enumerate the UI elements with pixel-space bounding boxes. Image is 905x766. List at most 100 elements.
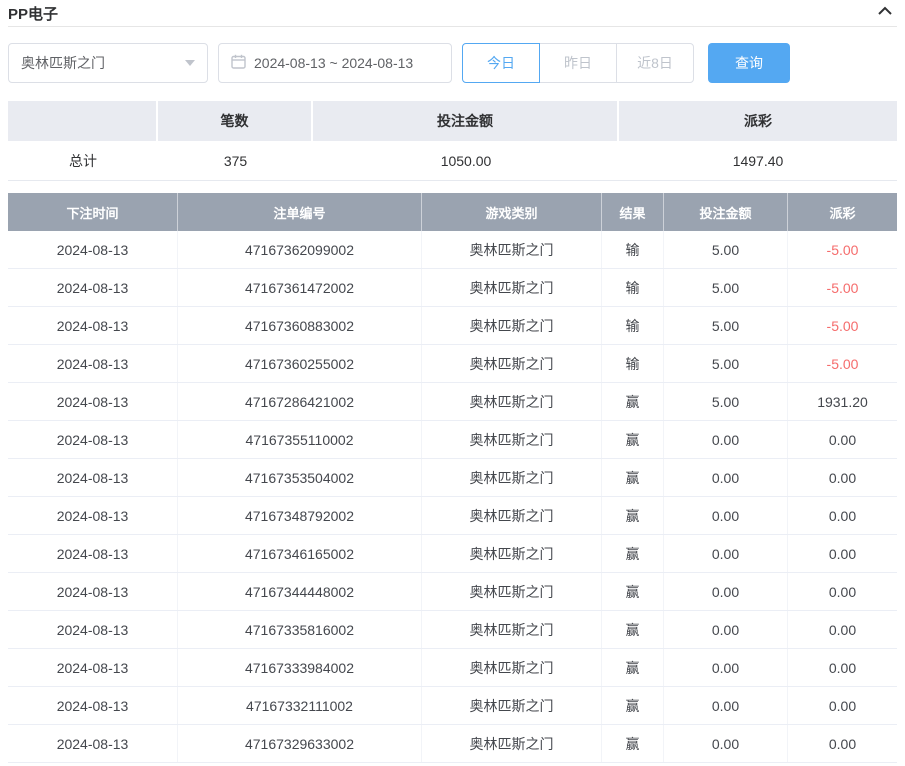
pp-panel: PP电子 奥林匹斯之门 2024-08-13 ~ 2024-08-13 [0, 0, 905, 766]
cell-order-id: 47167360883002 [178, 307, 422, 344]
cell-result: 输 [602, 307, 664, 344]
cell-payout: 1931.20 [788, 383, 897, 420]
cell-order-id: 47167344448002 [178, 573, 422, 610]
cell-order-id: 47167361472002 [178, 269, 422, 306]
cell-result: 赢 [602, 687, 664, 724]
cell-game-type: 奥林匹斯之门 [422, 497, 602, 534]
cell-game-type: 奥林匹斯之门 [422, 231, 602, 268]
yesterday-button[interactable]: 昨日 [539, 43, 617, 83]
filter-row: 奥林匹斯之门 2024-08-13 ~ 2024-08-13 今日 昨日 近8日… [8, 43, 897, 83]
table-row: 2024-08-13 47167362099002 奥林匹斯之门 输 5.00 … [8, 231, 897, 269]
panel-header: PP电子 [8, 0, 897, 27]
cell-game-type: 奥林匹斯之门 [422, 573, 602, 610]
date-range-picker[interactable]: 2024-08-13 ~ 2024-08-13 [218, 43, 452, 83]
header-game-type: 游戏类别 [422, 193, 602, 231]
today-button[interactable]: 今日 [462, 43, 540, 83]
header-result: 结果 [602, 193, 664, 231]
cell-result: 赢 [602, 649, 664, 686]
summary-header-count: 笔数 [158, 101, 313, 141]
cell-bet-time: 2024-08-13 [8, 725, 178, 762]
cell-payout: 0.00 [788, 611, 897, 648]
cell-bet-amount: 5.00 [664, 307, 788, 344]
cell-bet-time: 2024-08-13 [8, 307, 178, 344]
cell-bet-amount: 0.00 [664, 459, 788, 496]
cell-bet-time: 2024-08-13 [8, 421, 178, 458]
cell-bet-amount: 5.00 [664, 231, 788, 268]
cell-payout: -5.00 [788, 307, 897, 344]
cell-game-type: 奥林匹斯之门 [422, 307, 602, 344]
cell-order-id: 47167332111002 [178, 687, 422, 724]
summary-count-value: 375 [158, 141, 313, 180]
chevron-up-icon [877, 5, 893, 17]
cell-payout: 0.00 [788, 535, 897, 572]
cell-bet-time: 2024-08-13 [8, 345, 178, 382]
cell-bet-time: 2024-08-13 [8, 573, 178, 610]
cell-bet-amount: 5.00 [664, 269, 788, 306]
table-row: 2024-08-13 47167346165002 奥林匹斯之门 赢 0.00 … [8, 535, 897, 573]
cell-game-type: 奥林匹斯之门 [422, 269, 602, 306]
bet-records-table: 下注时间 注单编号 游戏类别 结果 投注金额 派彩 2024-08-13 471… [8, 193, 897, 763]
query-button[interactable]: 查询 [708, 43, 790, 83]
cell-game-type: 奥林匹斯之门 [422, 725, 602, 762]
table-row: 2024-08-13 47167360883002 奥林匹斯之门 输 5.00 … [8, 307, 897, 345]
cell-game-type: 奥林匹斯之门 [422, 421, 602, 458]
cell-order-id: 47167346165002 [178, 535, 422, 572]
table-row: 2024-08-13 47167332111002 奥林匹斯之门 赢 0.00 … [8, 687, 897, 725]
cell-bet-time: 2024-08-13 [8, 611, 178, 648]
cell-order-id: 47167329633002 [178, 725, 422, 762]
cell-result: 输 [602, 231, 664, 268]
cell-bet-time: 2024-08-13 [8, 687, 178, 724]
cell-game-type: 奥林匹斯之门 [422, 345, 602, 382]
date-range-value: 2024-08-13 ~ 2024-08-13 [254, 55, 413, 71]
cell-game-type: 奥林匹斯之门 [422, 383, 602, 420]
cell-payout: 0.00 [788, 725, 897, 762]
table-row: 2024-08-13 47167344448002 奥林匹斯之门 赢 0.00 … [8, 573, 897, 611]
summary-header-row: 笔数 投注金额 派彩 [8, 101, 897, 141]
cell-game-type: 奥林匹斯之门 [422, 687, 602, 724]
table-row: 2024-08-13 47167355110002 奥林匹斯之门 赢 0.00 … [8, 421, 897, 459]
summary-total-row: 总计 375 1050.00 1497.40 [8, 141, 897, 181]
quick-date-button-group: 今日 昨日 近8日 [462, 43, 694, 83]
header-payout: 派彩 [788, 193, 897, 231]
game-select[interactable]: 奥林匹斯之门 [8, 43, 208, 83]
cell-order-id: 47167360255002 [178, 345, 422, 382]
cell-order-id: 47167362099002 [178, 231, 422, 268]
table-row: 2024-08-13 47167360255002 奥林匹斯之门 输 5.00 … [8, 345, 897, 383]
summary-header-bet-amount: 投注金额 [313, 101, 619, 141]
cell-payout: 0.00 [788, 573, 897, 610]
cell-bet-time: 2024-08-13 [8, 535, 178, 572]
cell-result: 赢 [602, 573, 664, 610]
cell-payout: -5.00 [788, 231, 897, 268]
chevron-down-icon [185, 60, 195, 66]
cell-result: 赢 [602, 459, 664, 496]
summary-header-payout: 派彩 [619, 101, 897, 141]
table-row: 2024-08-13 47167329633002 奥林匹斯之门 赢 0.00 … [8, 725, 897, 763]
header-bet-time: 下注时间 [8, 193, 178, 231]
cell-bet-amount: 0.00 [664, 535, 788, 572]
cell-bet-amount: 5.00 [664, 345, 788, 382]
cell-bet-time: 2024-08-13 [8, 649, 178, 686]
bet-table-body: 2024-08-13 47167362099002 奥林匹斯之门 输 5.00 … [8, 231, 897, 763]
cell-payout: 0.00 [788, 649, 897, 686]
cell-bet-amount: 0.00 [664, 725, 788, 762]
cell-payout: -5.00 [788, 345, 897, 382]
cell-result: 赢 [602, 725, 664, 762]
cell-bet-amount: 0.00 [664, 687, 788, 724]
header-order-id: 注单编号 [178, 193, 422, 231]
summary-payout-value: 1497.40 [619, 141, 897, 180]
cell-payout: 0.00 [788, 421, 897, 458]
cell-result: 赢 [602, 611, 664, 648]
summary-header-empty [8, 101, 158, 141]
collapse-chevron-up-icon[interactable] [873, 3, 897, 19]
cell-game-type: 奥林匹斯之门 [422, 611, 602, 648]
cell-game-type: 奥林匹斯之门 [422, 649, 602, 686]
last-8-days-button[interactable]: 近8日 [616, 43, 694, 83]
cell-bet-amount: 0.00 [664, 649, 788, 686]
table-row: 2024-08-13 47167333984002 奥林匹斯之门 赢 0.00 … [8, 649, 897, 687]
bet-table-header-row: 下注时间 注单编号 游戏类别 结果 投注金额 派彩 [8, 193, 897, 231]
table-row: 2024-08-13 47167335816002 奥林匹斯之门 赢 0.00 … [8, 611, 897, 649]
cell-game-type: 奥林匹斯之门 [422, 459, 602, 496]
table-row: 2024-08-13 47167361472002 奥林匹斯之门 输 5.00 … [8, 269, 897, 307]
calendar-icon [231, 54, 246, 72]
table-row: 2024-08-13 47167353504002 奥林匹斯之门 赢 0.00 … [8, 459, 897, 497]
